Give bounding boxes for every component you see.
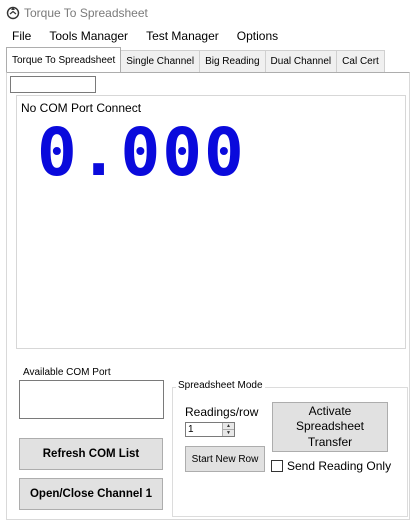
window-title: Torque To Spreadsheet — [24, 6, 148, 20]
readings-per-row-label: Readings/row — [185, 405, 259, 419]
tab-strip: Torque To Spreadsheet Single Channel Big… — [6, 47, 385, 72]
menu-bar: File Tools Manager Test Manager Options — [0, 26, 414, 46]
com-port-label: Available COM Port — [23, 367, 111, 378]
tab-torque-to-spreadsheet[interactable]: Torque To Spreadsheet — [6, 47, 122, 72]
refresh-com-list-button[interactable]: Refresh COM List — [19, 438, 163, 470]
readings-per-row-stepper[interactable]: 1 ▲ ▼ — [185, 422, 235, 437]
open-close-channel-button[interactable]: Open/Close Channel 1 — [19, 478, 163, 510]
unnamed-textbox[interactable] — [10, 76, 96, 93]
menu-options[interactable]: Options — [237, 29, 278, 43]
title-bar: Torque To Spreadsheet — [0, 0, 414, 26]
menu-test-manager[interactable]: Test Manager — [146, 29, 219, 43]
readings-per-row-value[interactable]: 1 — [186, 423, 222, 436]
reading-display: No COM Port Connect 0.000 — [16, 95, 406, 349]
stepper-arrows: ▲ ▼ — [222, 423, 234, 436]
menu-tools-manager[interactable]: Tools Manager — [49, 29, 128, 43]
app-icon — [6, 6, 20, 20]
connection-status: No COM Port Connect — [21, 101, 142, 115]
menu-file[interactable]: File — [12, 29, 31, 43]
start-new-row-button[interactable]: Start New Row — [185, 446, 265, 472]
send-reading-only-checkbox[interactable] — [271, 460, 283, 472]
spreadsheet-mode-label: Spreadsheet Mode — [176, 380, 265, 391]
stepper-up-icon[interactable]: ▲ — [223, 423, 234, 430]
send-reading-only-label: Send Reading Only — [287, 459, 392, 473]
tab-single-channel[interactable]: Single Channel — [120, 50, 201, 72]
tab-big-reading[interactable]: Big Reading — [199, 50, 266, 72]
stepper-down-icon[interactable]: ▼ — [223, 430, 234, 436]
torque-reading: 0.000 — [37, 114, 246, 191]
com-port-listbox[interactable] — [19, 380, 164, 419]
tab-dual-channel[interactable]: Dual Channel — [264, 50, 338, 72]
activate-spreadsheet-transfer-button[interactable]: Activate Spreadsheet Transfer — [272, 402, 388, 452]
tab-cal-cert[interactable]: Cal Cert — [336, 50, 385, 72]
send-reading-only-option[interactable]: Send Reading Only — [271, 459, 391, 473]
